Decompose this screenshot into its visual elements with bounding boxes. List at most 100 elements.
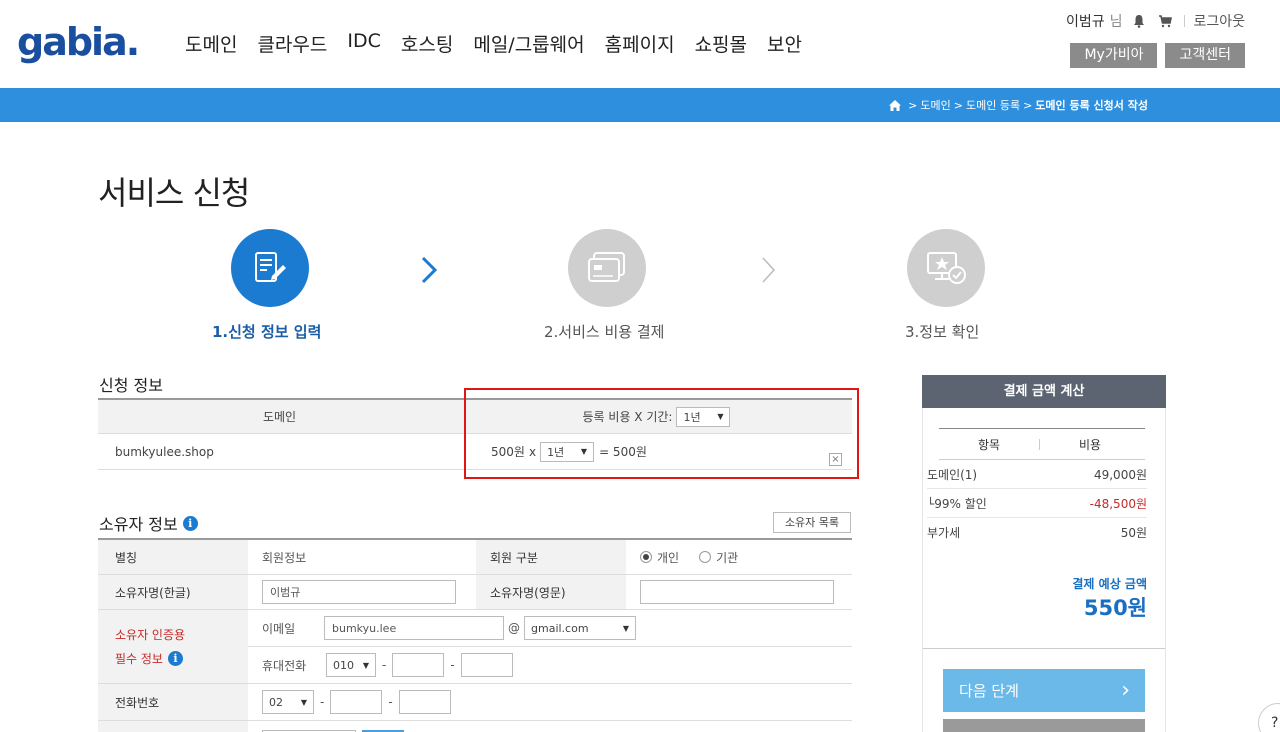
chevron-right-icon: > bbox=[1023, 98, 1033, 112]
util-divider bbox=[1184, 15, 1186, 27]
secondary-button[interactable] bbox=[943, 719, 1145, 732]
email-domain-select[interactable]: gmail.com ▼ bbox=[524, 616, 636, 640]
next-row-label bbox=[98, 721, 248, 732]
phone-cell: 02 ▼ - - bbox=[248, 684, 852, 720]
user-name: 이범규 bbox=[1065, 14, 1105, 30]
info-icon[interactable]: i bbox=[182, 515, 198, 531]
help-button[interactable]: ? bbox=[1258, 703, 1280, 732]
owner-list-button[interactable]: 소유자 목록 bbox=[773, 512, 851, 533]
form-edit-icon bbox=[255, 252, 286, 282]
phone-prefix-value: 02 bbox=[269, 695, 283, 709]
alias-label: 별칭 bbox=[98, 540, 248, 574]
nav-item-idc[interactable]: IDC bbox=[347, 30, 381, 57]
page-title: 서비스 신청 bbox=[98, 174, 250, 212]
email-domain-value: gmail.com bbox=[531, 621, 589, 635]
step-2-label: 2.서비스 비용 결제 bbox=[544, 323, 665, 341]
logout-link[interactable]: 로그아웃 bbox=[1193, 11, 1245, 31]
email-at: @ bbox=[508, 621, 520, 635]
caret-down-icon: ▼ bbox=[362, 660, 369, 670]
summary-item: 도메인(1) bbox=[927, 467, 978, 482]
main-nav: 도메인 클라우드 IDC 호스팅 메일/그룹웨어 홈페이지 쇼핑몰 보안 bbox=[185, 30, 822, 57]
cart-icon[interactable] bbox=[1158, 14, 1173, 28]
nav-item-domain[interactable]: 도메인 bbox=[185, 30, 237, 57]
auth-label-line2-text: 필수 정보 bbox=[115, 651, 163, 666]
radio-individual-label: 개인 bbox=[657, 550, 680, 565]
name-ko-label: 소유자명(한글) bbox=[98, 575, 248, 609]
mobile-middle-input[interactable] bbox=[392, 653, 445, 677]
mobile-label: 휴대전화 bbox=[262, 658, 307, 673]
summary-cost: 50원 bbox=[1120, 526, 1147, 540]
name-en-cell bbox=[626, 575, 852, 609]
mobile-prefix-select[interactable]: 010 ▼ bbox=[326, 653, 376, 677]
owner-section-label: 소유자 정보 bbox=[99, 515, 178, 534]
my-gabia-button[interactable]: My가비아 bbox=[1070, 43, 1158, 68]
credit-card-icon bbox=[588, 252, 625, 282]
breadcrumb-domain[interactable]: 도메인 bbox=[920, 97, 950, 113]
caret-down-icon: ▼ bbox=[622, 623, 629, 633]
breadcrumb-bar: > 도메인 > 도메인 등록 > 도메인 등록 신청서 작성 bbox=[0, 88, 1280, 122]
member-type-label: 회원 구분 bbox=[476, 540, 626, 574]
dash: - bbox=[320, 695, 325, 709]
info-icon[interactable]: i bbox=[167, 651, 183, 666]
summary-divider bbox=[923, 648, 1165, 649]
highlight-box bbox=[464, 388, 859, 479]
next-step-label: 다음 단계 bbox=[959, 682, 1019, 700]
summary-header: 항목 비용 bbox=[939, 428, 1145, 460]
auth-label: 소유자 인증용 필수 정보 i bbox=[98, 610, 248, 683]
nav-item-mail[interactable]: 메일/그룹웨어 bbox=[473, 30, 584, 57]
summary-cost: -48,500원 bbox=[1089, 496, 1147, 511]
col-domain: 도메인 bbox=[262, 410, 297, 424]
nav-item-cloud[interactable]: 클라우드 bbox=[257, 30, 327, 57]
step-1-label: 1.신청 정보 입력 bbox=[212, 323, 322, 341]
phone-label: 전화번호 bbox=[98, 684, 248, 720]
customer-center-button[interactable]: 고객센터 bbox=[1165, 43, 1245, 68]
name-en-input[interactable] bbox=[640, 580, 834, 604]
alias-value: 회원정보 bbox=[262, 550, 307, 565]
col-item: 항목 bbox=[977, 437, 1001, 452]
bell-icon[interactable] bbox=[1132, 14, 1146, 28]
verified-monitor-icon bbox=[927, 252, 966, 284]
summary-row: 도메인(1) 49,000원 bbox=[927, 460, 1147, 489]
radio-organization-label: 기관 bbox=[716, 550, 739, 565]
home-icon[interactable] bbox=[889, 99, 902, 111]
gabia-logo[interactable]: gabia. bbox=[17, 20, 140, 64]
breadcrumb-current: 도메인 등록 신청서 작성 bbox=[1035, 99, 1148, 112]
mobile-last-input[interactable] bbox=[460, 653, 513, 677]
next-step-button[interactable]: 다음 단계 › bbox=[943, 669, 1145, 712]
step-3-circle bbox=[907, 229, 985, 307]
domain-name: bumkyulee.shop bbox=[115, 444, 214, 459]
table-row: 전화번호 02 ▼ - - bbox=[98, 684, 852, 721]
site-header: gabia. 도메인 클라우드 IDC 호스팅 메일/그룹웨어 홈페이지 쇼핑몰… bbox=[0, 0, 1280, 88]
radio-organization[interactable] bbox=[699, 551, 712, 563]
step-chevron-inactive-icon bbox=[762, 257, 776, 283]
email-id-input[interactable]: bumkyu.lee bbox=[324, 616, 504, 640]
dash: - bbox=[382, 658, 387, 672]
auth-label-line1: 소유자 인증용 bbox=[115, 627, 186, 642]
total-label: 결제 예상 금액 bbox=[1072, 577, 1147, 591]
radio-individual[interactable] bbox=[640, 551, 652, 563]
name-ko-input[interactable]: 이범규 bbox=[262, 580, 456, 604]
summary-cost: 49,000원 bbox=[1093, 467, 1147, 482]
table-row: 소유자명(한글) 이범규 소유자명(영문) bbox=[98, 575, 852, 610]
step-1-circle bbox=[231, 229, 309, 307]
nav-item-shopping[interactable]: 쇼핑몰 bbox=[695, 30, 747, 57]
phone-last-input[interactable] bbox=[398, 690, 451, 714]
nav-item-homepage[interactable]: 홈페이지 bbox=[605, 30, 675, 57]
summary-item: 부가세 bbox=[927, 526, 961, 540]
table-row: 별칭 회원정보 회원 구분 개인 기관 bbox=[98, 540, 852, 575]
total-value: 550원 bbox=[1083, 596, 1147, 620]
phone-middle-input[interactable] bbox=[330, 690, 383, 714]
phone-prefix-select[interactable]: 02 ▼ bbox=[262, 690, 314, 714]
breadcrumb: > 도메인 > 도메인 등록 > 도메인 등록 신청서 작성 bbox=[889, 97, 1148, 113]
dash: - bbox=[450, 658, 455, 672]
nav-item-security[interactable]: 보안 bbox=[767, 30, 802, 57]
summary-item: └99% 할인 bbox=[927, 496, 987, 511]
summary-title: 결제 금액 계산 bbox=[922, 375, 1166, 408]
email-row: 이메일 bumkyu.lee @ gmail.com ▼ bbox=[248, 610, 852, 647]
chevron-right-icon: > bbox=[908, 98, 918, 112]
breadcrumb-domain-register[interactable]: 도메인 등록 bbox=[966, 97, 1020, 113]
user-utility: 이범규 님 로그아웃 bbox=[1066, 11, 1245, 31]
col-cost: 비용 bbox=[1078, 437, 1102, 452]
nav-item-hosting[interactable]: 호스팅 bbox=[401, 30, 453, 57]
mobile-prefix-value: 010 bbox=[333, 658, 354, 672]
